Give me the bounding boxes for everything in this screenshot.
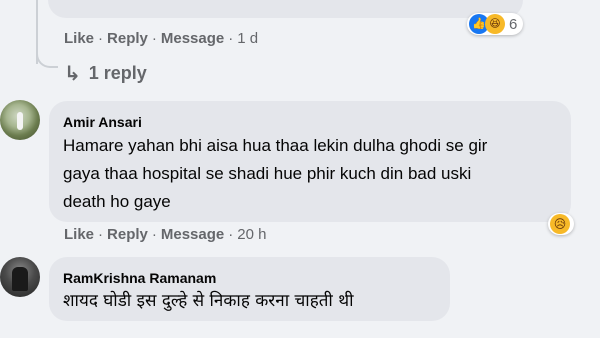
avatar[interactable]: [0, 100, 40, 140]
previous-comment-bubble: [48, 0, 523, 18]
reply-arrow-icon: ↳: [64, 63, 81, 85]
avatar[interactable]: [0, 257, 40, 297]
comment-author[interactable]: RamKrishna Ramanam: [63, 270, 436, 286]
view-replies-link[interactable]: ↳ 1 reply: [64, 61, 147, 86]
comment-bubble: Amir Ansari Hamare yahan bhi aisa hua th…: [49, 101, 571, 222]
reaction-summary[interactable]: 👍 😆 6: [467, 13, 524, 35]
like-button[interactable]: Like: [64, 30, 94, 47]
comment-author[interactable]: Amir Ansari: [63, 114, 557, 130]
sad-icon: 😥: [550, 214, 570, 234]
comment-timestamp[interactable]: 1 d: [237, 30, 258, 47]
reaction-summary[interactable]: 😥: [548, 213, 574, 235]
comment-timestamp[interactable]: 20 h: [237, 226, 266, 243]
reaction-count: 6: [509, 15, 518, 33]
thread-connector: [36, 40, 58, 68]
comment-text-line: gaya thaa hospital se shadi hue phir kuc…: [63, 164, 472, 183]
haha-icon: 😆: [485, 14, 505, 34]
like-button[interactable]: Like: [64, 226, 94, 243]
page-bottom: [0, 323, 600, 338]
message-button[interactable]: Message: [161, 226, 224, 243]
comment-text-line: Hamare yahan bhi aisa hua thaa lekin dul…: [63, 136, 488, 155]
comment-bubble: RamKrishna Ramanam शायद घोडी इस दुल्हे स…: [49, 257, 450, 321]
comment-actions: Like · Reply · Message · 20 h: [64, 226, 267, 243]
message-button[interactable]: Message: [161, 30, 224, 47]
comment-actions: Like · Reply · Message · 1 d: [64, 30, 259, 47]
comment-text: शायद घोडी इस दुल्हे से निकाह करना चाहती …: [63, 291, 354, 311]
comment-text-line: death ho gaye: [63, 192, 171, 211]
reply-button[interactable]: Reply: [107, 226, 148, 243]
comment-thread: 👍 😆 6 Like · Reply · Message · 1 d ↳ 1 reply A…: [0, 0, 600, 338]
view-replies-label: 1 reply: [88, 63, 147, 83]
comment-text: Hamare yahan bhi aisa hua thaa lekin dul…: [63, 132, 557, 216]
reply-button[interactable]: Reply: [107, 30, 148, 47]
